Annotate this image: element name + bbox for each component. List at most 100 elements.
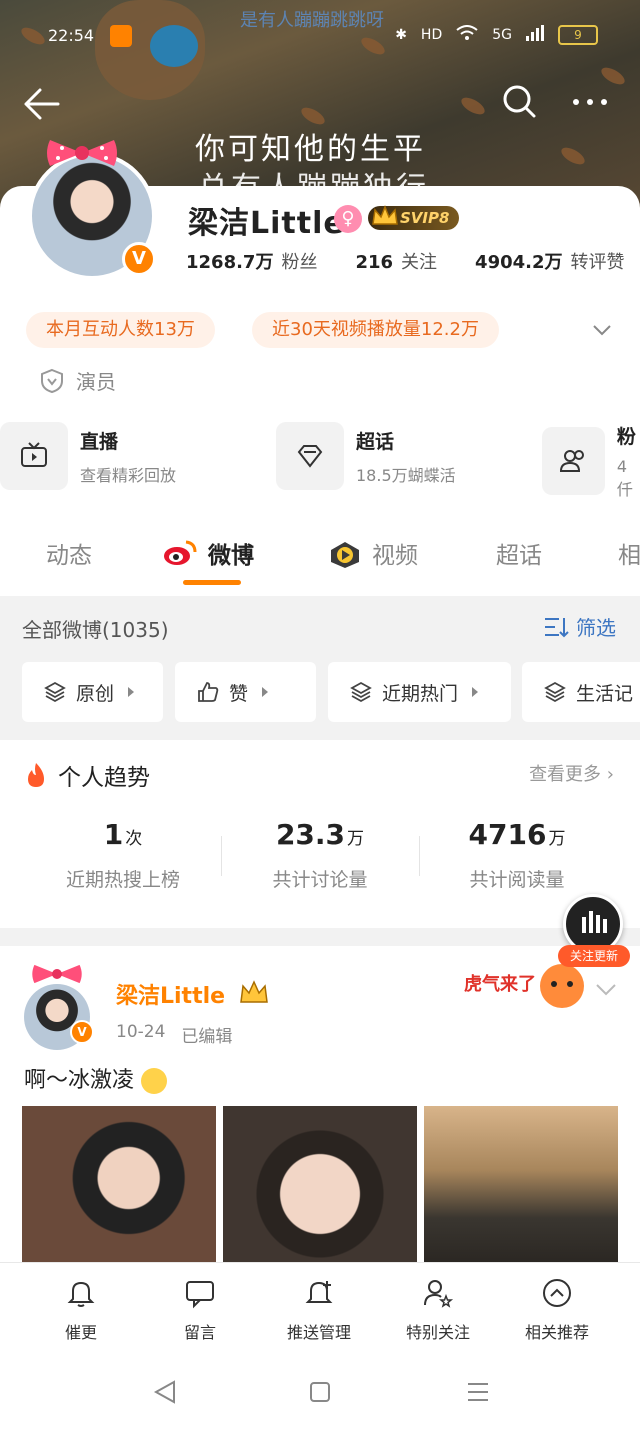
filter-label: 筛选: [576, 616, 616, 640]
feature-cards: 直播查看精彩回放 超话 18.5万蝴蝶活 粉 4仟: [0, 422, 640, 499]
verified-badge-icon: V: [122, 242, 156, 276]
tab-related[interactable]: 相: [618, 536, 640, 570]
monthly-interaction-pill[interactable]: 本月互动人数13万: [26, 312, 215, 348]
system-nav-bar: [0, 1354, 640, 1429]
top-action-bar: [0, 82, 640, 126]
bell-plus-icon: [305, 1281, 333, 1303]
trend-unit: 次: [125, 829, 143, 849]
chevron-down-icon[interactable]: [594, 980, 618, 1000]
chip-label: 近期热门: [382, 682, 459, 705]
wifi-icon: [456, 25, 478, 45]
search-button[interactable]: [500, 82, 540, 122]
trend-item-hot-search[interactable]: 1次 近期热搜上榜: [23, 818, 223, 892]
tab-weibo[interactable]: 微博: [208, 536, 254, 570]
stat-followers[interactable]: 1268.7万 粉丝: [186, 248, 317, 274]
tab-supertopic[interactable]: 超话: [496, 536, 542, 570]
cover-leaf: [558, 144, 588, 168]
tab-feed[interactable]: 动态: [46, 536, 92, 570]
trend-see-more-link[interactable]: 查看更多 ›: [529, 760, 614, 786]
chip-recent-hot[interactable]: 近期热门: [328, 662, 511, 722]
chip-label: 原创: [76, 682, 115, 705]
chip-label: 生活记: [576, 682, 634, 705]
stat-following[interactable]: 216 关注: [355, 248, 437, 274]
stat-label: 关注: [401, 252, 438, 273]
users-icon: [542, 427, 605, 495]
action-related-recommend[interactable]: 相关推荐: [498, 1277, 616, 1343]
post-author[interactable]: 梁洁Little: [116, 978, 225, 1010]
more-button[interactable]: [568, 82, 612, 122]
action-label: 推送管理: [286, 1323, 351, 1342]
nav-menu-icon[interactable]: [458, 1376, 498, 1408]
video-play-icon: [331, 542, 359, 568]
bow-decoration-icon: [47, 140, 117, 166]
sticker-text: 虎气来了: [464, 973, 536, 995]
stat-label: 转评赞: [570, 252, 625, 273]
card-title: 粉: [616, 426, 636, 448]
video-plays-pill[interactable]: 近30天视频播放量12.2万: [252, 312, 499, 348]
chip-arrow-icon: [472, 687, 479, 697]
action-leave-message[interactable]: 留言: [141, 1277, 259, 1343]
trend-label: 共计讨论量: [272, 869, 368, 891]
personal-trend: 个人趋势 查看更多 › 1次 近期热搜上榜 23.3 万 共计讨论量 4716 万 …: [0, 740, 640, 928]
bell-icon: [67, 1281, 95, 1307]
action-push-settings[interactable]: 推送管理: [260, 1277, 378, 1343]
tv-icon: [0, 422, 68, 490]
stat-label: 粉丝: [281, 252, 318, 273]
role-label: 演员: [76, 370, 116, 394]
action-label: 相关推荐: [524, 1323, 589, 1342]
filter-area: 全部微博(1035) 筛选 原创 赞 近期热门 生活记: [0, 596, 640, 738]
chip-life[interactable]: 生活记: [522, 662, 640, 722]
diamond-icon: [276, 422, 344, 490]
layers-icon: [44, 681, 66, 703]
back-button[interactable]: [20, 84, 64, 124]
stat-reposts-likes[interactable]: 4904.2万 转评赞: [475, 248, 624, 274]
post-image[interactable]: [424, 1106, 618, 1266]
user-star-icon: [424, 1280, 454, 1308]
crown-icon: [240, 980, 268, 1003]
post-image[interactable]: [22, 1106, 216, 1266]
svip-label: SVIP8: [400, 209, 450, 227]
trend-unit: 万: [347, 829, 365, 849]
action-label: 留言: [183, 1323, 216, 1342]
stat-value: 216: [355, 252, 394, 273]
follow-updates-label[interactable]: 关注更新: [558, 945, 630, 967]
filter-button[interactable]: 筛选: [544, 612, 616, 641]
action-urge-update[interactable]: 催更: [22, 1277, 140, 1343]
tab-video[interactable]: 视频: [372, 536, 418, 570]
trend-item-reads[interactable]: 4716 万 共计阅读量: [417, 818, 617, 892]
chip-likes[interactable]: 赞: [175, 662, 316, 722]
network-label: 5G: [492, 27, 512, 43]
trend-title: 个人趋势: [58, 765, 150, 791]
svip-badge[interactable]: SVIP8: [368, 204, 460, 230]
card-live[interactable]: 直播 查看精彩回放: [0, 422, 176, 490]
chevron-up-circle-icon: [543, 1279, 571, 1307]
post-edited: 已编辑: [181, 1027, 233, 1047]
filter-icon: [545, 617, 569, 637]
trend-item-discussion[interactable]: 23.3 万 共计讨论量: [220, 818, 420, 892]
trend-unit: 万: [548, 829, 566, 849]
action-special-follow[interactable]: 特别关注: [379, 1277, 497, 1343]
post-text-content: 啊～冰激凌: [24, 1068, 135, 1093]
cover-caption-line1: 你可知他的生平: [195, 132, 426, 167]
profile-name: 梁洁Little: [188, 206, 345, 241]
profile-tabs: 动态 微博 视频 超话 相: [0, 520, 640, 596]
card-title: 直播: [80, 430, 119, 453]
chip-original[interactable]: 原创: [22, 662, 163, 722]
trend-value: 4716: [468, 818, 547, 851]
weibo-post: V 梁洁Little 10-24 已编辑 虎气来了 啊～冰激凌: [0, 946, 640, 1276]
card-fans[interactable]: 粉 4仟: [542, 422, 640, 500]
signal-icon: [526, 25, 544, 45]
nav-home-icon[interactable]: [300, 1376, 340, 1408]
card-title: 超话: [356, 430, 395, 453]
chevron-down-icon[interactable]: [590, 318, 614, 342]
status-bar: 22:54 ✱ HD 5G 9: [0, 0, 640, 72]
card-subtitle: 查看精彩回放: [80, 465, 177, 485]
layers-icon: [350, 681, 372, 703]
crown-icon: [372, 204, 398, 225]
post-image[interactable]: [223, 1106, 417, 1266]
nav-back-icon[interactable]: [146, 1376, 186, 1408]
bluetooth-icon: ✱: [395, 27, 407, 43]
verified-badge-icon: V: [70, 1020, 94, 1044]
back-arrow-icon: [24, 88, 60, 120]
card-supertopic[interactable]: 超话 18.5万蝴蝶活: [276, 422, 456, 490]
